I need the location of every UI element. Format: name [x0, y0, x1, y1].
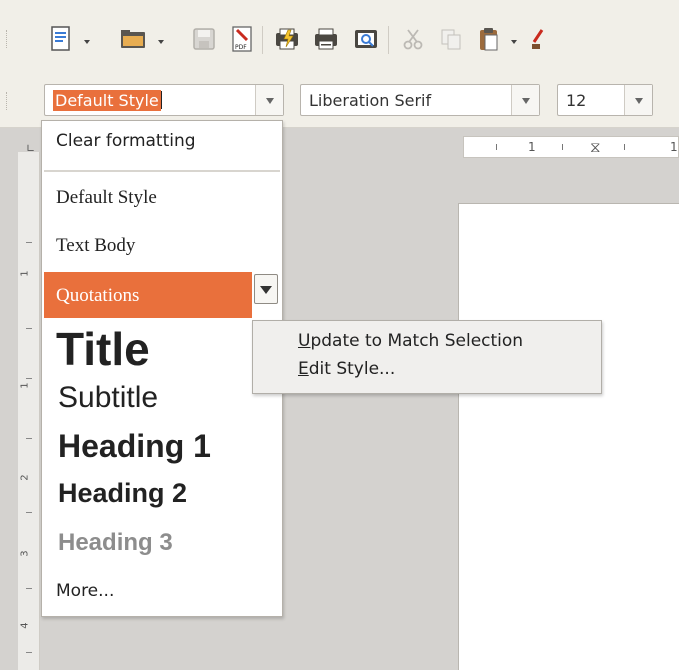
font-name-value[interactable]: Liberation Serif — [309, 91, 431, 110]
edit-style-item[interactable]: Edit Style... — [298, 359, 395, 379]
ruler-number: 1 — [19, 270, 31, 277]
style-item-quotations[interactable]: Quotations — [44, 272, 252, 318]
toolbar-separator — [262, 26, 263, 54]
ruler-number: 1 — [19, 382, 31, 389]
document-page[interactable] — [458, 203, 679, 670]
print-direct-icon[interactable] — [272, 24, 302, 54]
standard-toolbar: PDF — [0, 0, 679, 72]
style-item-menu-button[interactable] — [254, 274, 278, 304]
toolbar-grip[interactable] — [6, 92, 10, 110]
style-item-text-body[interactable]: Text Body — [56, 235, 296, 257]
font-size-dropdown-button[interactable] — [624, 85, 652, 115]
paragraph-style-dropdown-list: Clear formatting Default Style Text Body… — [41, 120, 283, 617]
clear-formatting-item[interactable]: Clear formatting — [56, 131, 296, 151]
ruler-number: 2 — [19, 474, 31, 481]
ruler-number: 1 — [528, 140, 536, 154]
ruler-tick — [496, 144, 497, 150]
font-size-combo[interactable]: 12 — [557, 84, 653, 116]
paragraph-style-value[interactable]: Default Style — [53, 90, 162, 111]
more-styles-item[interactable]: More... — [56, 581, 296, 601]
paste-icon[interactable] — [474, 24, 504, 54]
style-context-menu: Update to Match Selection Edit Style... — [252, 320, 602, 394]
clone-formatting-icon[interactable] — [530, 24, 550, 54]
ruler-tick — [26, 242, 32, 243]
ruler-number: 3 — [19, 550, 31, 557]
ruler-tick — [562, 144, 563, 150]
paragraph-style-combo[interactable]: Default Style — [44, 84, 284, 116]
ruler-tick — [26, 588, 32, 589]
toolbar-grip[interactable] — [6, 30, 10, 48]
font-name-dropdown-button[interactable] — [511, 85, 539, 115]
new-dropdown-arrow[interactable] — [84, 40, 90, 44]
update-to-match-selection-item[interactable]: Update to Match Selection — [298, 331, 523, 351]
export-pdf-icon[interactable]: PDF — [227, 24, 257, 54]
ruler-number: 1 — [670, 140, 678, 154]
ruler-number: 4 — [19, 622, 31, 629]
svg-text:PDF: PDF — [235, 44, 247, 51]
dropdown-divider — [44, 170, 280, 172]
copy-icon[interactable] — [436, 24, 466, 54]
font-size-value[interactable]: 12 — [566, 91, 586, 110]
ruler-tick — [26, 328, 32, 329]
style-item-default-style[interactable]: Default Style — [56, 187, 296, 209]
paste-dropdown-arrow[interactable] — [511, 40, 517, 44]
ruler-tick — [26, 512, 32, 513]
open-folder-icon[interactable] — [118, 24, 148, 54]
print-preview-icon[interactable] — [351, 24, 381, 54]
text-cursor — [160, 91, 162, 109]
font-name-combo[interactable]: Liberation Serif — [300, 84, 540, 116]
ruler-tick — [624, 144, 625, 150]
cut-icon[interactable] — [398, 24, 428, 54]
ruler-tick — [26, 438, 32, 439]
style-item-label: Quotations — [56, 285, 140, 306]
ruler-tick — [26, 378, 32, 379]
save-icon[interactable] — [189, 24, 219, 54]
horizontal-ruler[interactable]: 1 ⧖ 1 — [463, 136, 679, 158]
open-dropdown-arrow[interactable] — [158, 40, 164, 44]
style-item-heading-2[interactable]: Heading 2 — [58, 477, 298, 509]
style-item-heading-3[interactable]: Heading 3 — [58, 529, 298, 557]
print-icon[interactable] — [311, 24, 341, 54]
style-item-heading-1[interactable]: Heading 1 — [58, 427, 298, 465]
indent-marker-icon[interactable]: ⧖ — [590, 138, 601, 156]
ruler-tick — [26, 652, 32, 653]
paragraph-style-dropdown-button[interactable] — [255, 85, 283, 115]
toolbar-separator — [388, 26, 389, 54]
new-document-icon[interactable] — [46, 24, 76, 54]
vertical-ruler[interactable]: 1 1 2 3 4 — [18, 152, 40, 670]
